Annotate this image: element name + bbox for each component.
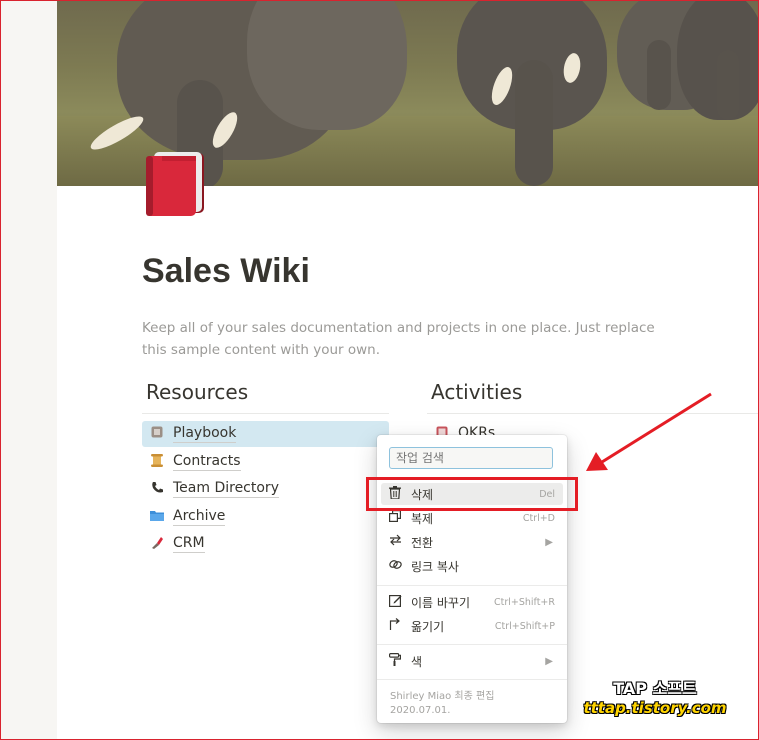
menu-item-label: 이름 바꾸기 [411, 595, 471, 610]
submenu-arrow-icon: ▶ [545, 536, 553, 548]
menu-item-turn-into[interactable]: 전환 ▶ [381, 531, 563, 553]
lipstick-icon [148, 536, 166, 553]
watermark: TAP 소프트 tttap.tistory.com [580, 675, 730, 717]
telephone-icon [148, 481, 166, 498]
menu-item-label: 복제 [411, 511, 434, 526]
menu-item-label: 옮기기 [411, 619, 445, 634]
rename-icon [387, 594, 403, 611]
link-label: Playbook [173, 425, 237, 443]
link-playbook[interactable]: Playbook [142, 421, 389, 447]
menu-divider [377, 644, 567, 645]
link-label: CRM [173, 535, 205, 553]
shortcut-hint: Ctrl+Shift+R [493, 596, 555, 608]
menu-item-label: 색 [411, 654, 423, 669]
action-search-input[interactable] [389, 447, 553, 469]
annotation-highlight-box [366, 477, 578, 511]
menu-divider [377, 585, 567, 586]
link-team-directory[interactable]: Team Directory [142, 476, 389, 502]
link-contracts[interactable]: Contracts [142, 449, 389, 475]
move-icon [387, 618, 403, 634]
last-edited-by: Shirley Miao 최종 편집 [390, 691, 495, 702]
menu-divider [377, 679, 567, 680]
menu-item-move-to[interactable]: 옮기기 Ctrl+Shift+P [381, 615, 563, 637]
menu-item-color[interactable]: 색 ▶ [381, 650, 563, 672]
page-description[interactable]: Keep all of your sales documentation and… [142, 317, 662, 361]
annotation-arrow-icon [586, 392, 712, 471]
resources-heading[interactable]: Resources [146, 380, 248, 404]
link-archive[interactable]: Archive [142, 504, 389, 530]
duplicate-icon [387, 510, 403, 526]
submenu-arrow-icon: ▶ [545, 655, 553, 667]
menu-item-label: 링크 복사 [411, 559, 459, 574]
shortcut-hint: Ctrl+Shift+P [494, 620, 555, 632]
resources-divider [142, 413, 389, 414]
paint-roller-icon [387, 652, 403, 670]
watermark-line1: TAP 소프트 [613, 679, 697, 698]
last-edited-date: 2020.07.01. [390, 705, 451, 716]
menu-item-copy-link[interactable]: 링크 복사 [381, 555, 563, 577]
page-title[interactable]: Sales Wiki [142, 252, 310, 291]
link-label: Archive [173, 508, 226, 526]
watermark-line2: tttap.tistory.com [583, 699, 727, 717]
link-label: Contracts [173, 453, 241, 471]
link-crm[interactable]: CRM [142, 531, 389, 557]
scroll-icon [148, 453, 166, 471]
shortcut-hint: Ctrl+D [522, 512, 555, 524]
page-icon [148, 426, 166, 442]
folder-icon [148, 509, 166, 525]
menu-item-rename[interactable]: 이름 바꾸기 Ctrl+Shift+R [381, 591, 563, 613]
red-book-icon[interactable] [142, 150, 208, 218]
activities-heading[interactable]: Activities [431, 380, 522, 404]
convert-icon [387, 534, 403, 550]
link-icon [387, 558, 403, 575]
link-label: Team Directory [173, 480, 279, 498]
menu-item-label: 전환 [411, 535, 434, 550]
